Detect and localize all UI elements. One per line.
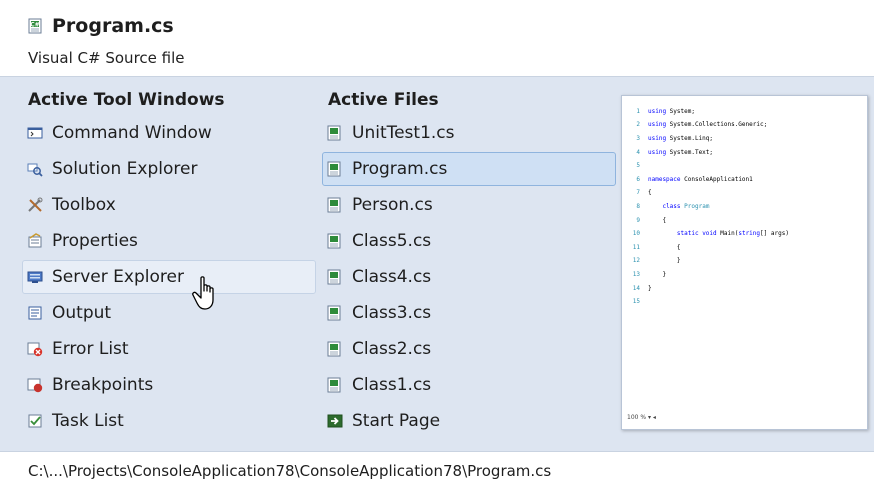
tool-window-server-explorer[interactable]: Server Explorer [22, 260, 316, 294]
csharp-file-icon [326, 124, 344, 142]
active-file-person[interactable]: Person.cs [322, 188, 616, 222]
csharp-file-icon: C# [28, 18, 42, 34]
code-line: 6 namespace ConsoleApplication1 [636, 175, 753, 183]
preview-code: 1 using System; 2 using System.Collections… [628, 102, 789, 320]
breakpoints-icon [26, 376, 44, 394]
code-line: 2 using System.Collections.Generic; [636, 121, 768, 129]
tool-window-label: Task List [52, 411, 124, 431]
tool-window-label: Solution Explorer [52, 159, 198, 179]
hand-cursor-icon [192, 276, 214, 310]
command-window-icon [26, 124, 44, 142]
tool-window-command-window[interactable]: Command Window [22, 116, 316, 150]
footer: C:\...\Projects\ConsoleApplication78\Con… [0, 451, 874, 491]
tool-window-task-list[interactable]: Task List [22, 404, 316, 438]
csharp-file-icon [326, 160, 344, 178]
code-line: 15 [632, 298, 640, 306]
active-file-label: Person.cs [352, 195, 433, 215]
solution-explorer-icon [26, 160, 44, 178]
csharp-file-icon [326, 268, 344, 286]
svg-text:C#: C# [30, 21, 39, 28]
active-file-program[interactable]: Program.cs [322, 152, 616, 186]
zoom-level: 100 % ▾ ◂ [627, 414, 656, 421]
toolbox-icon [26, 196, 44, 214]
active-file-label: Program.cs [352, 159, 448, 179]
tool-window-toolbox[interactable]: Toolbox [22, 188, 316, 222]
tool-window-label: Breakpoints [52, 375, 154, 395]
error-list-icon [26, 340, 44, 358]
output-icon [26, 304, 44, 322]
active-file-label: Class1.cs [352, 375, 432, 395]
csharp-file-icon [326, 340, 344, 358]
active-file-class1[interactable]: Class1.cs [322, 368, 616, 402]
tool-window-error-list[interactable]: Error List [22, 332, 316, 366]
tool-window-solution-explorer[interactable]: Solution Explorer [22, 152, 316, 186]
file-title: Program.cs [52, 15, 174, 37]
server-explorer-icon [26, 268, 44, 286]
active-file-class3[interactable]: Class3.cs [322, 296, 616, 330]
csharp-file-icon [326, 304, 344, 322]
csharp-file-icon [326, 196, 344, 214]
tool-window-properties[interactable]: Properties [22, 224, 316, 258]
active-file-class2[interactable]: Class2.cs [322, 332, 616, 366]
active-file-label: Class5.cs [352, 231, 432, 251]
tool-window-label: Command Window [52, 123, 212, 143]
file-preview: 1 using System; 2 using System.Collections… [621, 95, 868, 430]
active-file-class4[interactable]: Class4.cs [322, 260, 616, 294]
header: C# Program.cs Visual C# Source file [0, 0, 874, 77]
title-row: C# Program.cs [28, 15, 174, 37]
code-line: 9 { [636, 216, 667, 224]
active-file-class5[interactable]: Class5.cs [322, 224, 616, 258]
code-line: 1 using System; [636, 107, 695, 115]
file-type-label: Visual C# Source file [28, 49, 185, 67]
task-list-icon [26, 412, 44, 430]
tool-window-label: Server Explorer [52, 267, 184, 287]
file-path: C:\...\Projects\ConsoleApplication78\Con… [28, 462, 552, 480]
code-line: 10 static void Main(string[] args) [632, 230, 789, 238]
active-file-label: Start Page [352, 411, 441, 431]
csharp-file-icon [326, 376, 344, 394]
tool-window-label: Properties [52, 231, 138, 251]
code-line: 13 } [632, 270, 667, 278]
code-line: 12 } [632, 257, 681, 265]
active-files-heading: Active Files [328, 90, 439, 110]
tool-window-output[interactable]: Output [22, 296, 316, 330]
code-line: 7{ [636, 189, 652, 197]
code-line: 8 class Program [636, 202, 710, 210]
properties-icon [26, 232, 44, 250]
code-line: 11 { [632, 243, 681, 251]
code-line: 4 using System.Text; [636, 148, 714, 156]
tool-window-label: Toolbox [52, 195, 116, 215]
tool-windows-heading: Active Tool Windows [28, 90, 225, 110]
code-line: 3 using System.Linq; [636, 134, 714, 142]
active-file-label: UnitTest1.cs [352, 123, 455, 143]
active-file-label: Class4.cs [352, 267, 432, 287]
active-file-label: Class2.cs [352, 339, 432, 359]
code-line: 5 [636, 162, 640, 170]
active-file-start-page[interactable]: Start Page [322, 404, 616, 438]
active-file-unittest1[interactable]: UnitTest1.cs [322, 116, 616, 150]
tool-window-label: Error List [52, 339, 129, 359]
active-file-label: Class3.cs [352, 303, 432, 323]
start-page-icon [326, 412, 344, 430]
navigator-window: C# Program.cs Visual C# Source file Acti… [0, 0, 874, 491]
tool-window-label: Output [52, 303, 112, 323]
tool-window-breakpoints[interactable]: Breakpoints [22, 368, 316, 402]
code-line: 14} [632, 284, 652, 292]
csharp-file-icon [326, 232, 344, 250]
